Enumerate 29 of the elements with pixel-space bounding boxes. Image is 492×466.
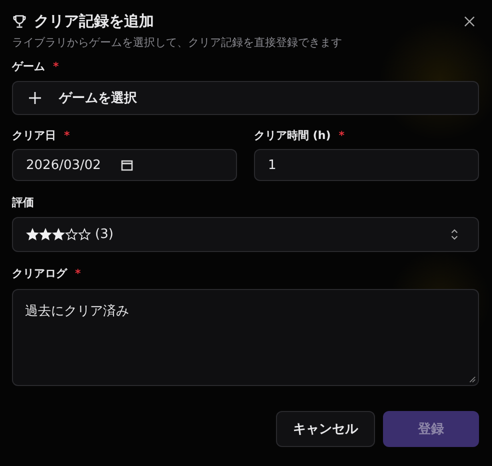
- rating-value: (3): [95, 227, 114, 242]
- field-label: クリア時間 (h): [254, 128, 331, 143]
- log-textarea[interactable]: 過去にクリア済み: [12, 289, 479, 386]
- dialog-subtitle: ライブラリからゲームを選択して、クリア記録を直接登録できます: [12, 35, 343, 50]
- chevron-updown-icon: [450, 228, 459, 241]
- dialog-title: クリア記録を追加: [34, 12, 154, 30]
- resize-grip-icon[interactable]: [469, 376, 476, 383]
- calendar-icon[interactable]: [120, 159, 133, 171]
- star-icon: [65, 228, 78, 241]
- date-field[interactable]: 2026/03/02: [12, 149, 237, 181]
- plus-icon: [29, 92, 41, 104]
- required-mark: *: [75, 267, 81, 280]
- star-icon: [39, 228, 52, 241]
- required-mark: *: [53, 60, 59, 73]
- field-label: ゲーム: [12, 59, 45, 74]
- required-mark: *: [64, 129, 70, 142]
- hours-field[interactable]: 1: [254, 149, 479, 181]
- field-label: クリアログ: [12, 266, 67, 281]
- game-select-button[interactable]: ゲームを選択: [12, 81, 479, 115]
- close-icon[interactable]: [464, 16, 475, 26]
- cancel-button[interactable]: キャンセル: [276, 411, 375, 447]
- star-icon: [26, 228, 39, 241]
- trophy-icon: [12, 14, 27, 28]
- star-icon: [78, 228, 91, 241]
- required-mark: *: [338, 129, 344, 142]
- star-icon: [52, 228, 65, 241]
- rating-select[interactable]: (3): [12, 217, 479, 252]
- field-label: 評価: [12, 195, 34, 210]
- field-label: クリア日: [12, 128, 56, 143]
